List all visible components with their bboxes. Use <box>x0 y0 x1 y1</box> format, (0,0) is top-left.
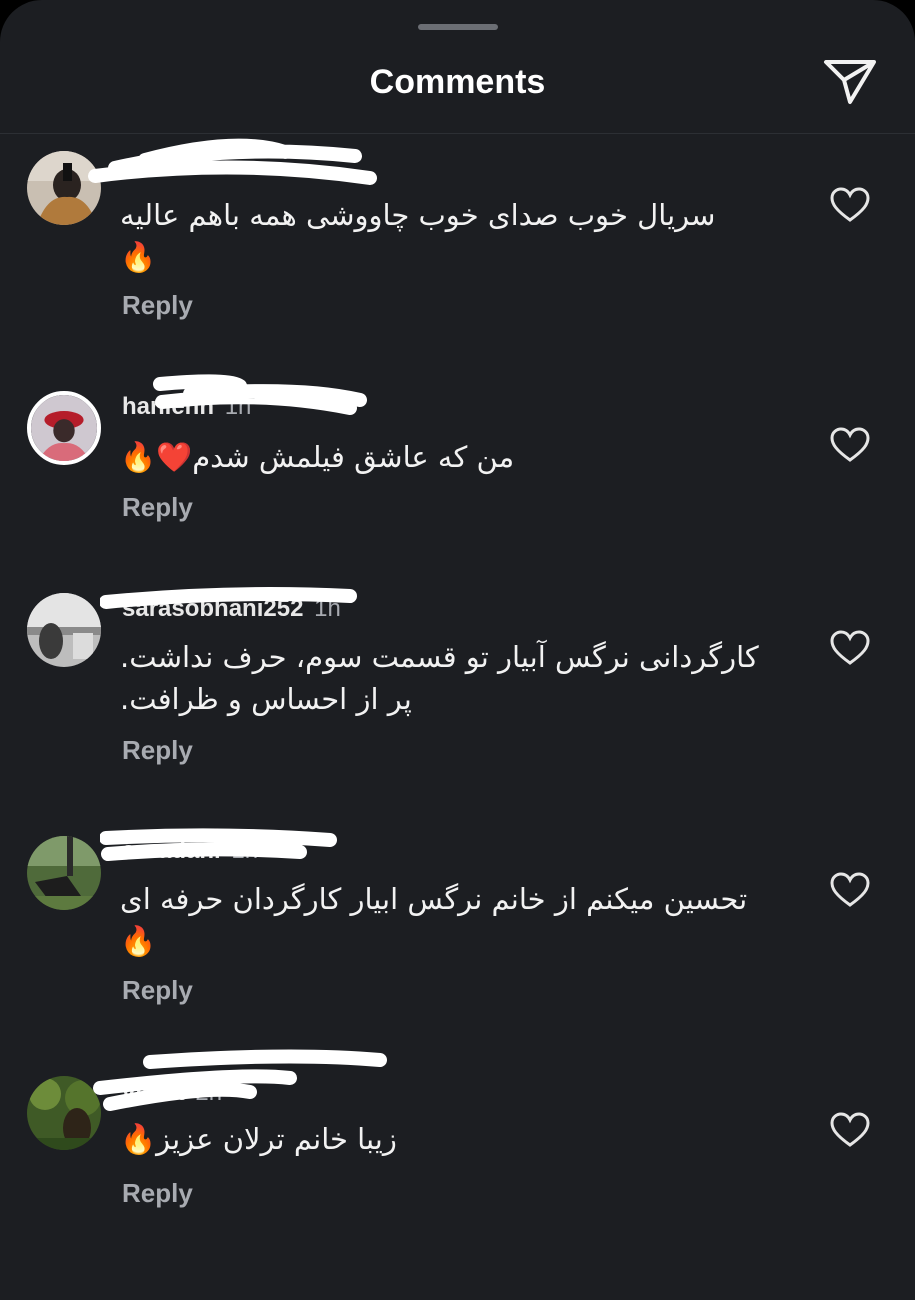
avatar[interactable] <box>27 593 101 667</box>
timestamp: 1h <box>224 393 252 420</box>
timestamp: 1h <box>179 151 207 178</box>
drag-handle[interactable] <box>418 24 498 30</box>
timestamp: 1h <box>231 837 259 864</box>
like-heart-icon[interactable] <box>830 187 870 223</box>
comment-text: کارگردانی نرگس آبیار تو قسمت سوم، حرف ند… <box>120 636 780 720</box>
comment-line: من که عاشق فیلمش شدم❤️🔥 <box>120 440 515 474</box>
comment-meta: asal 1h <box>122 150 206 180</box>
reply-button[interactable]: Reply <box>122 975 193 1006</box>
comments-sheet: Comments asal 1h سریال خوب صدای خوب چاوو… <box>0 0 915 1300</box>
avatar[interactable] <box>27 391 101 465</box>
comment-meta: saradani 1h <box>122 836 258 866</box>
username[interactable]: haniehh <box>122 393 214 420</box>
header-divider <box>0 133 915 134</box>
reply-button[interactable]: Reply <box>122 290 193 321</box>
comment-line: 🔥 <box>120 240 157 274</box>
comment-meta: vidait 2h <box>122 1078 222 1108</box>
comment-line: تحسین میکنم از خانم نرگس ابیار کارگردان … <box>120 882 748 916</box>
comment-line: پر از احساس و ظرافت. <box>120 682 412 716</box>
comment-meta: sarasobhani252 1h <box>122 594 341 624</box>
reply-button[interactable]: Reply <box>122 1178 193 1209</box>
comment-line: 🔥 <box>120 924 157 958</box>
page-title: Comments <box>369 63 546 101</box>
timestamp: 1h <box>314 595 341 622</box>
send-icon[interactable] <box>822 56 878 108</box>
like-heart-icon[interactable] <box>830 630 870 666</box>
like-heart-icon[interactable] <box>830 1112 870 1148</box>
avatar[interactable] <box>27 1076 101 1150</box>
comment-text: من که عاشق فیلمش شدم❤️🔥 <box>120 436 780 478</box>
username[interactable]: vidait <box>122 1079 185 1106</box>
username[interactable]: saradani <box>122 837 221 864</box>
comment-line: زیبا خانم ترلان عزیز🔥 <box>120 1122 397 1156</box>
comment-text: زیبا خانم ترلان عزیز🔥 <box>120 1118 780 1160</box>
comment-line: کارگردانی نرگس آبیار تو قسمت سوم، حرف ند… <box>120 640 759 674</box>
comment-text: سریال خوب صدای خوب چاووشی همه باهم عالیه… <box>120 194 780 278</box>
comment-line: سریال خوب صدای خوب چاووشی همه باهم عالیه <box>120 198 716 232</box>
like-heart-icon[interactable] <box>830 872 870 908</box>
username[interactable]: asal <box>122 151 169 178</box>
username[interactable]: sarasobhani252 <box>122 595 303 622</box>
like-heart-icon[interactable] <box>830 427 870 463</box>
avatar[interactable] <box>27 151 101 225</box>
comment-meta: haniehh 1h <box>122 392 251 422</box>
timestamp: 2h <box>195 1079 223 1106</box>
reply-button[interactable]: Reply <box>122 735 193 766</box>
avatar[interactable] <box>27 836 101 910</box>
comment-text: تحسین میکنم از خانم نرگس ابیار کارگردان … <box>120 878 780 962</box>
reply-button[interactable]: Reply <box>122 492 193 523</box>
